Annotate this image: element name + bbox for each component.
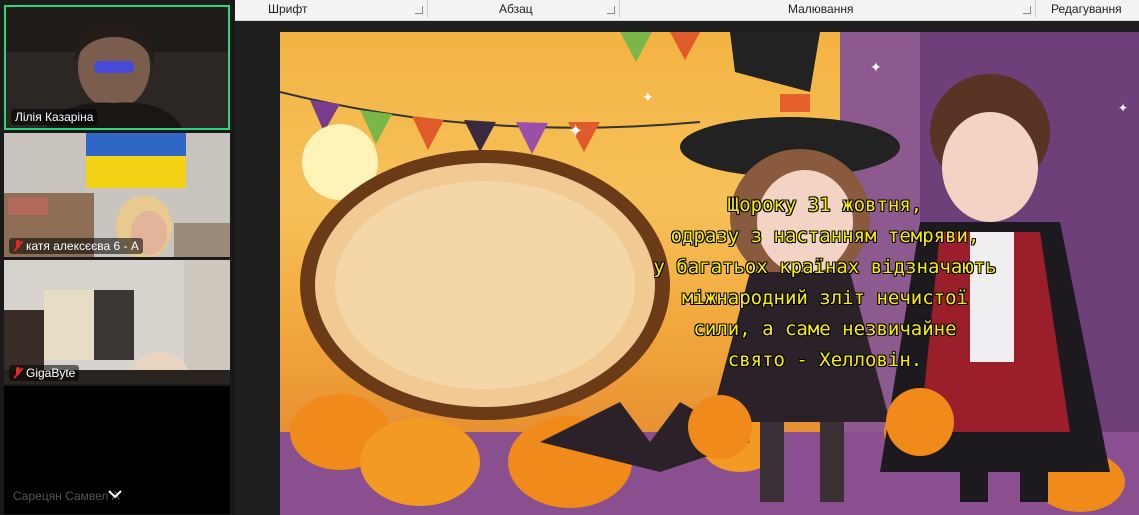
svg-text:✦: ✦ [568, 121, 583, 142]
dialog-launcher-icon[interactable] [607, 6, 615, 14]
participant-tile[interactable]: GigaByte [4, 260, 230, 384]
svg-text:✦: ✦ [870, 60, 882, 76]
ribbon-group-editing: Редагування [1051, 2, 1122, 16]
participant-name-label: Лілія Казаріна [11, 109, 98, 125]
dialog-launcher-icon[interactable] [415, 6, 423, 14]
ribbon-group-font: Шрифт [268, 2, 308, 16]
ribbon-separator [1035, 0, 1036, 18]
ribbon-separator [619, 0, 620, 18]
slide-canvas[interactable]: ✦ ✦ ✦ ✦ Щороку 31 жовтня, одразу з наста… [280, 32, 1139, 515]
mic-off-icon [13, 240, 23, 252]
ribbon-group-labels: Шрифт Абзац Малювання Редагування [235, 0, 1139, 21]
mic-off-icon [13, 367, 23, 379]
participant-tile[interactable]: катя алексєєва 6 - А [4, 133, 230, 257]
participant-tile[interactable]: Лілія Казаріна [4, 5, 230, 130]
participant-name-label: GigaByte [9, 365, 80, 381]
ribbon-separator [427, 0, 428, 18]
participant-name-label: катя алексєєва 6 - А [9, 238, 143, 254]
dialog-launcher-icon[interactable] [1023, 6, 1031, 14]
participant-name-label: Сарецян Самвел А [13, 489, 120, 503]
slide-body-text: Щороку 31 жовтня, одразу з настанням тем… [653, 194, 997, 371]
svg-text:✦: ✦ [1118, 101, 1128, 115]
ribbon-group-paragraph: Абзац [499, 2, 533, 16]
svg-text:✦: ✦ [642, 90, 654, 106]
ribbon-group-drawing: Малювання [788, 2, 854, 16]
participants-panel: Лілія Казаріна катя алексєєва 6 - А Giga… [0, 0, 235, 515]
chevron-down-icon[interactable] [108, 487, 122, 503]
